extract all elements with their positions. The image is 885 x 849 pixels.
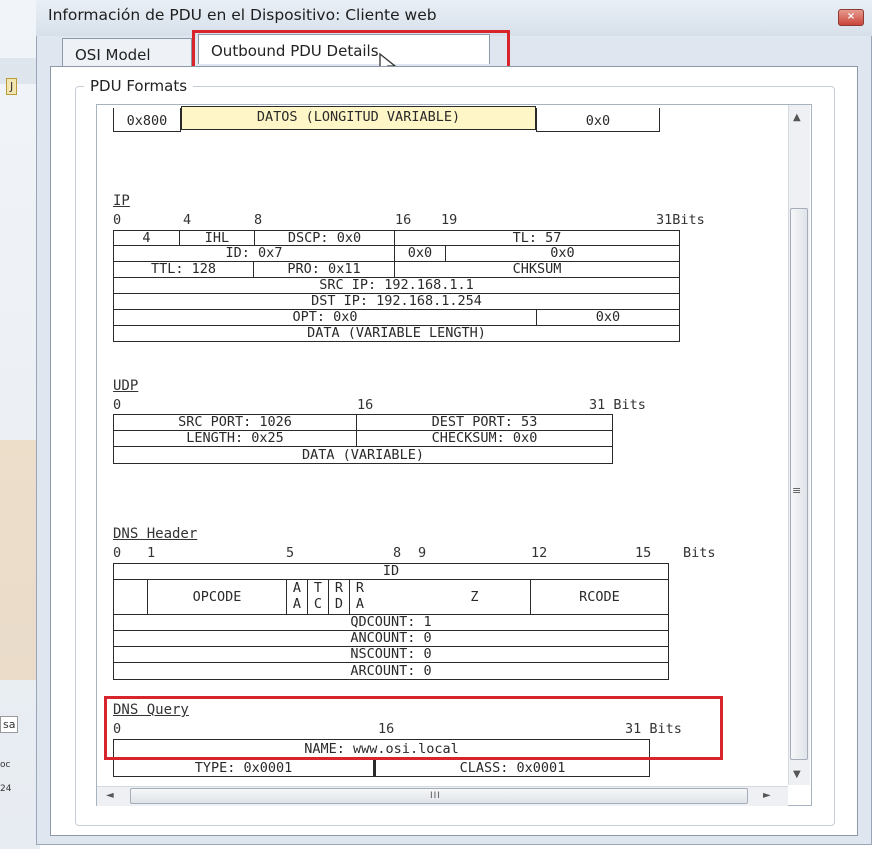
ip-tl-cell: TL: 57: [394, 230, 680, 246]
scroll-right-icon[interactable]: ►: [763, 790, 771, 801]
dns-ruler-0: 0: [113, 545, 122, 561]
dns-ruler-bits: Bits: [683, 545, 716, 561]
dns-header-section-title: DNS Header: [113, 526, 198, 542]
udp-checksum-cell: CHECKSUM: 0x0: [356, 430, 613, 447]
ip-protocol-cell: PRO: 0x11: [253, 261, 395, 278]
dns-arcount-cell: ARCOUNT: 0: [113, 662, 669, 680]
background-chip: oc: [0, 760, 11, 770]
ip-flags-cell: 0x0: [394, 245, 446, 262]
dns-ra-cell: RA: [349, 579, 371, 615]
background-chip: 24: [0, 784, 12, 794]
highlight-tab: [192, 30, 510, 70]
background-chip: sa: [0, 716, 19, 733]
dns-rcode-cell: RCODE: [530, 579, 669, 615]
ip-version-cell: 4: [113, 230, 180, 246]
scroll-up-icon[interactable]: ▲: [793, 112, 801, 123]
grip-icon: ≡: [792, 484, 802, 497]
dns-z-spacer: [370, 579, 419, 615]
highlight-dns-query: [104, 696, 723, 760]
dns-z-cell: Z: [418, 579, 531, 615]
dns-ra-top: R: [355, 580, 365, 596]
ip-ihl-cell: IHL: [179, 230, 255, 246]
group-label: PDU Formats: [84, 77, 194, 95]
window-title: Información de PDU en el Dispositivo: Cl…: [48, 6, 437, 24]
ip-ruler-8: 8: [254, 212, 263, 228]
dns-rd-top: R: [334, 580, 344, 596]
ip-id-cell: ID: 0x7: [113, 245, 395, 262]
ip-padding-cell: 0x0: [536, 309, 680, 326]
eth-data-cell: DATOS (LONGITUD VARIABLE): [181, 106, 536, 130]
grip-icon: III: [430, 791, 441, 801]
ip-ruler-4: 4: [183, 212, 192, 228]
dns-aa-bottom: A: [292, 596, 302, 612]
ip-options-cell: OPT: 0x0: [113, 309, 537, 326]
udp-data-cell: DATA (VARIABLE): [113, 446, 613, 464]
ip-src-cell: SRC IP: 192.168.1.1: [113, 277, 680, 294]
ip-data-cell: DATA (VARIABLE LENGTH): [113, 325, 680, 342]
dns-ruler-12: 12: [531, 545, 548, 561]
ip-dscp-cell: DSCP: 0x0: [254, 230, 395, 246]
ip-ruler-19: 19: [441, 212, 458, 228]
ip-ttl-cell: TTL: 128: [113, 261, 254, 278]
ip-ruler-0: 0: [113, 212, 122, 228]
ip-checksum-cell: CHKSUM: [394, 261, 680, 278]
background-accent: [0, 440, 40, 680]
scroll-left-icon[interactable]: ◄: [106, 790, 114, 801]
udp-ruler-31: 31 Bits: [589, 397, 646, 413]
dns-tc-bottom: C: [313, 596, 323, 612]
dns-rd-cell: RD: [328, 579, 350, 615]
dns-ruler-15: 15: [635, 545, 652, 561]
ip-fragment-cell: 0x0: [445, 245, 680, 262]
udp-ruler-16: 16: [357, 397, 374, 413]
ip-section-title: IP: [113, 193, 130, 209]
dns-aa-cell: AA: [286, 579, 308, 615]
dns-ruler-9: 9: [418, 545, 427, 561]
dns-tc-cell: TC: [307, 579, 329, 615]
dns-ancount-cell: ANCOUNT: 0: [113, 630, 669, 647]
dns-ra-bottom: A: [355, 596, 365, 612]
dnsq-type-cell: TYPE: 0x0001: [113, 759, 376, 777]
dns-nscount-cell: NSCOUNT: 0: [113, 646, 669, 663]
ip-ruler-31: 31Bits: [656, 212, 705, 228]
udp-section-title: UDP: [113, 378, 139, 394]
background-chip: J: [6, 78, 18, 95]
dns-ruler-5: 5: [286, 545, 295, 561]
eth-type-cell: 0x800: [113, 108, 181, 132]
ip-dst-cell: DST IP: 192.168.1.254: [113, 293, 680, 310]
scroll-down-icon[interactable]: ▼: [793, 769, 801, 780]
udp-dest-port-cell: DEST PORT: 53: [356, 414, 613, 431]
dns-aa-top: A: [292, 580, 302, 596]
dns-tc-top: T: [313, 580, 323, 596]
close-button[interactable]: ×: [838, 9, 864, 26]
dns-opcode-cell: OPCODE: [147, 579, 287, 615]
dns-ruler-1: 1: [147, 545, 156, 561]
dns-qr-cell: [113, 579, 148, 615]
dns-id-cell: ID: [113, 563, 669, 580]
eth-fcs-cell: 0x0: [536, 108, 660, 132]
dns-ruler-8: 8: [393, 545, 402, 561]
tab-osi-model[interactable]: OSI Model: [62, 38, 192, 66]
udp-ruler-0: 0: [113, 397, 122, 413]
dns-rd-bottom: D: [334, 596, 344, 612]
dnsq-class-cell: CLASS: 0x0001: [375, 759, 650, 777]
udp-length-cell: LENGTH: 0x25: [113, 430, 357, 447]
dns-qdcount-cell: QDCOUNT: 1: [113, 614, 669, 631]
udp-src-port-cell: SRC PORT: 1026: [113, 414, 357, 431]
ip-ruler-16: 16: [395, 212, 412, 228]
